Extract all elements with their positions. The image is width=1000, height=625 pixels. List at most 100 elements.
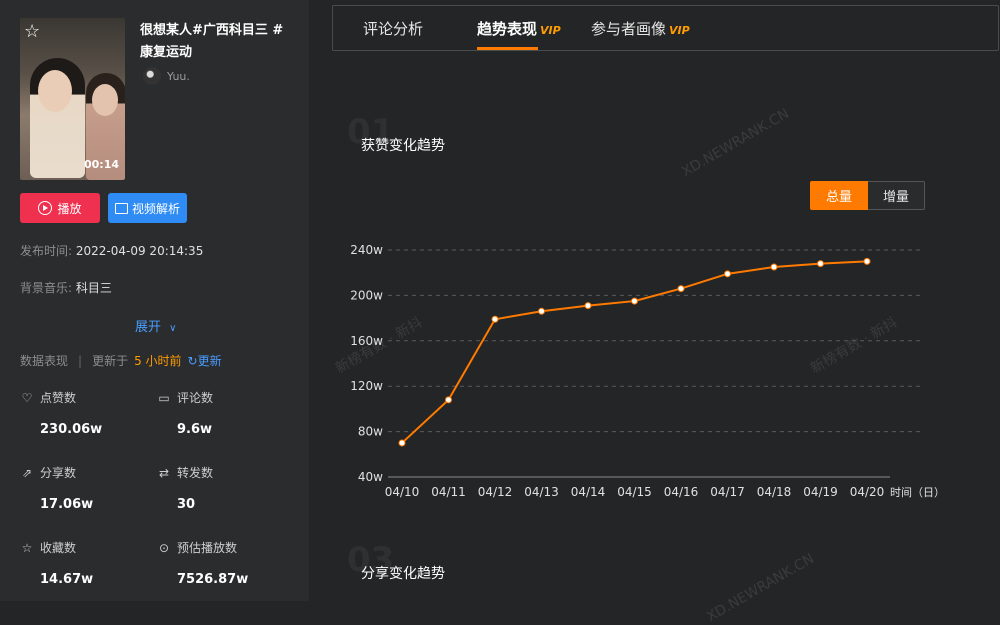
video-info-panel: ☆ 00:14 很想某人#广西科目三 #康复运动 Yuu. 播放 视频解析 发布… xyxy=(0,0,309,601)
play-button-label: 播放 xyxy=(57,201,82,216)
stat-value: 7526.87w xyxy=(177,572,249,587)
section-title: 获赞变化趋势 xyxy=(361,138,445,154)
tab-label: 趋势表现 xyxy=(477,20,538,38)
comment-icon: ▭ xyxy=(158,390,170,405)
chevron-down-icon: ∨ xyxy=(169,323,177,334)
tab-trend-performance[interactable]: 趋势表现 VIP xyxy=(477,18,561,39)
video-analysis-label: 视频解析 xyxy=(131,201,180,216)
play-count-icon: ⊙ xyxy=(158,540,170,555)
stat-comments: ▭ 评论数 9.6w xyxy=(157,389,214,438)
stat-shares: ⇗ 分享数 17.06w xyxy=(20,464,94,513)
play-circle-icon xyxy=(38,201,53,215)
stat-label: 点赞数 xyxy=(40,391,77,405)
background-music: 背景音乐: 科目三 xyxy=(20,279,112,296)
stat-value: 30 xyxy=(177,497,196,512)
divider: | xyxy=(78,353,83,368)
stat-plays: ⊙ 预估播放数 7526.87w xyxy=(157,539,249,588)
favorite-star-icon[interactable]: ☆ xyxy=(24,21,40,42)
total-toggle-button[interactable]: 总量 xyxy=(810,181,868,210)
y-tick-label: 80w xyxy=(358,425,383,439)
tab-comment-analysis[interactable]: 评论分析 xyxy=(363,18,423,39)
stat-label: 预估播放数 xyxy=(177,541,238,555)
watermark: 新榜有数 · 新抖 xyxy=(808,314,901,378)
data-point xyxy=(398,439,406,447)
x-tick-label: 04/17 xyxy=(710,485,745,499)
publish-time-label: 发布时间: xyxy=(20,244,73,258)
background-music-label: 背景音乐: xyxy=(20,281,73,295)
tab-label: 评论分析 xyxy=(363,20,424,38)
y-tick-label: 200w xyxy=(350,288,383,302)
vip-badge: VIP xyxy=(540,24,561,37)
updated-prefix: 更新于 xyxy=(92,354,129,368)
stat-label: 转发数 xyxy=(177,466,214,480)
data-point xyxy=(445,396,452,404)
data-point xyxy=(724,270,731,278)
data-point xyxy=(631,297,638,305)
data-summary-row: 数据表现 | 更新于 5 小时前 ↻更新 xyxy=(20,352,222,369)
video-analysis-button[interactable]: 视频解析 xyxy=(108,193,187,223)
data-point xyxy=(491,315,499,323)
stat-value: 230.06w xyxy=(40,422,103,437)
video-title[interactable]: 很想某人#广西科目三 #康复运动 xyxy=(140,20,290,64)
x-tick-label: 04/12 xyxy=(478,485,513,499)
stat-label: 分享数 xyxy=(40,466,77,480)
data-point xyxy=(863,257,871,265)
x-tick-label: 04/15 xyxy=(617,485,652,499)
stat-reposts: ⇄ 转发数 30 xyxy=(157,464,214,513)
x-tick-label: 04/11 xyxy=(431,485,466,499)
refresh-button[interactable]: ↻更新 xyxy=(188,352,222,369)
refresh-label: 更新 xyxy=(197,354,222,368)
total-increment-toggle: 总量 增量 xyxy=(810,181,925,210)
heart-icon: ♡ xyxy=(21,390,33,405)
increment-toggle-button[interactable]: 增量 xyxy=(868,181,925,210)
stat-label: 收藏数 xyxy=(40,541,77,555)
y-tick-label: 120w xyxy=(350,379,383,393)
x-tick-label: 04/19 xyxy=(803,485,838,499)
background-music-value[interactable]: 科目三 xyxy=(76,281,112,295)
stat-value: 9.6w xyxy=(177,422,213,437)
refresh-icon: ↻ xyxy=(187,354,198,368)
y-tick-label: 240w xyxy=(350,243,383,257)
stat-label: 评论数 xyxy=(177,391,214,405)
avatar xyxy=(143,67,161,85)
watermark: 新榜有数 · 新抖 xyxy=(333,314,426,378)
x-tick-label: 04/10 xyxy=(385,485,420,499)
likes-series-line xyxy=(401,260,868,444)
x-tick-label: 04/18 xyxy=(757,485,792,499)
data-point xyxy=(677,285,685,293)
data-summary-label: 数据表现 xyxy=(20,354,69,368)
vip-badge: VIP xyxy=(669,24,690,37)
y-tick-label: 40w xyxy=(358,470,383,484)
stat-value: 14.67w xyxy=(40,572,94,587)
stat-favorites: ☆ 收藏数 14.67w xyxy=(20,539,94,588)
updated-time: 5 小时前 xyxy=(134,354,182,368)
share-icon: ⇗ xyxy=(21,465,33,480)
tab-bar: 评论分析 趋势表现 VIP 参与者画像 VIP xyxy=(332,5,999,51)
tab-label: 参与者画像 xyxy=(591,20,667,38)
active-tab-indicator xyxy=(477,47,538,50)
data-point xyxy=(770,263,778,271)
x-tick-label: 04/16 xyxy=(664,485,699,499)
expand-label: 展开 xyxy=(135,320,162,335)
repost-icon: ⇄ xyxy=(158,465,170,480)
stat-value: 17.06w xyxy=(40,497,94,512)
star-icon: ☆ xyxy=(21,540,33,555)
data-point xyxy=(538,307,545,315)
publish-time-value: 2022-04-09 20:14:35 xyxy=(75,244,204,258)
expand-button[interactable]: 展开 ∨ xyxy=(135,316,176,335)
watermark: XD.NEWRANK.CN xyxy=(679,105,792,181)
video-thumbnail[interactable]: ☆ 00:14 xyxy=(20,18,125,180)
watermark: XD.NEWRANK.CN xyxy=(704,550,817,625)
x-tick-label: 04/13 xyxy=(524,485,559,499)
x-tick-label: 04/20 xyxy=(850,485,885,499)
data-point xyxy=(584,302,592,310)
video-duration: 00:14 xyxy=(83,158,119,171)
author[interactable]: Yuu. xyxy=(143,67,190,85)
x-tick-label: 04/14 xyxy=(571,485,606,499)
tab-participant-profile[interactable]: 参与者画像 VIP xyxy=(591,18,690,39)
x-axis-title: 时间（日） xyxy=(890,486,945,499)
data-point xyxy=(817,260,824,268)
play-button[interactable]: 播放 xyxy=(20,193,100,223)
section-title: 分享变化趋势 xyxy=(361,566,445,582)
image-icon xyxy=(114,202,128,214)
